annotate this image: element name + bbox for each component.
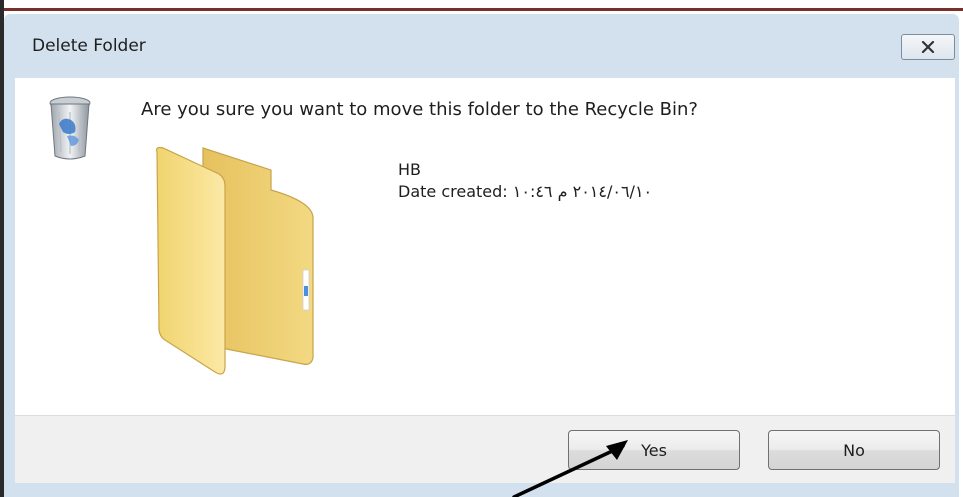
folder-icon <box>156 146 314 375</box>
item-name: HB <box>398 160 422 179</box>
no-button[interactable]: No <box>768 430 940 470</box>
background-strip <box>0 0 963 14</box>
button-bar: Yes No <box>15 415 955 483</box>
close-button[interactable] <box>901 34 955 60</box>
dialog-window: Delete Folder Are you sure you want to m… <box>4 14 959 497</box>
recycle-bin-icon <box>49 96 91 160</box>
yes-button[interactable]: Yes <box>568 430 740 470</box>
dialog-content: Are you sure you want to move this folde… <box>15 78 955 415</box>
title-bar: Delete Folder <box>4 14 959 78</box>
close-icon <box>921 41 935 53</box>
dialog-title: Delete Folder <box>32 36 146 56</box>
item-date-created: Date created: ٢٠١٤/٠٦/١٠ م ١٠:٤٦ <box>398 182 653 201</box>
confirmation-message: Are you sure you want to move this folde… <box>141 99 698 120</box>
